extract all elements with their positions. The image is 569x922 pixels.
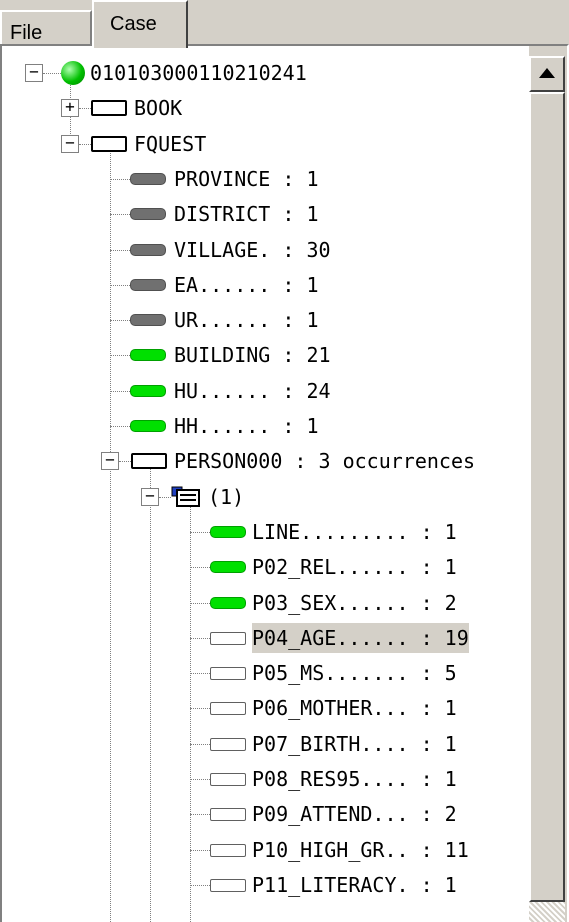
- field-gray-icon: [130, 208, 166, 221]
- case-tree: − 010103000110210241 + BOOK − FQUEST PROVINCE …: [2, 46, 529, 922]
- tree-line: [79, 143, 91, 145]
- tab-file-label: File: [10, 22, 43, 44]
- tree-person-field-item[interactable]: P09_ATTEND... : 2: [252, 799, 457, 829]
- tree-line: [110, 214, 130, 216]
- tree-person-field-item[interactable]: P05_MS....... : 5: [252, 658, 457, 688]
- tree-field-item[interactable]: BUILDING : 21: [174, 340, 331, 370]
- case-status-dot-icon: [61, 61, 85, 85]
- tree-line: [110, 426, 130, 427]
- field-empty-icon: [210, 808, 246, 822]
- tree-line: [110, 249, 130, 251]
- tree-line: [119, 461, 131, 463]
- field-green-icon: [130, 349, 166, 362]
- tree-line: [110, 355, 130, 357]
- collapse-icon[interactable]: −: [25, 64, 43, 82]
- tree-line: [190, 531, 210, 533]
- tree-person-field-item[interactable]: P08_RES95.... : 1: [252, 764, 457, 794]
- field-gray-icon: [130, 278, 166, 291]
- tree-line: [159, 496, 171, 498]
- tree-line: [190, 708, 210, 710]
- scroll-thumb[interactable]: [529, 92, 565, 902]
- tree-line: [190, 743, 210, 745]
- tree-line: [110, 178, 130, 180]
- collapse-icon[interactable]: −: [141, 487, 159, 506]
- field-green-icon: [130, 384, 166, 397]
- field-empty-icon: [210, 878, 246, 892]
- occurrence-icon: [171, 486, 203, 508]
- record-icon: [131, 453, 167, 470]
- field-green-icon: [210, 596, 246, 609]
- field-green-icon: [210, 525, 246, 538]
- tree-line: [190, 884, 210, 886]
- tree-field-item[interactable]: DISTRICT : 1: [174, 199, 319, 229]
- field-empty-icon: [210, 773, 246, 786]
- tab-case[interactable]: Case: [92, 0, 188, 48]
- field-empty-icon: [210, 631, 246, 645]
- arrow-up-icon: [539, 68, 555, 78]
- field-green-icon: [130, 420, 166, 432]
- tree-line: [190, 673, 210, 675]
- collapse-icon[interactable]: −: [101, 452, 119, 471]
- tree-person-field-item[interactable]: P07_BIRTH.... : 1: [252, 729, 457, 759]
- vertical-scrollbar[interactable]: [529, 46, 567, 922]
- tree-line: [190, 637, 210, 639]
- tree-line: [190, 779, 210, 780]
- tree-field-item[interactable]: EA...... : 1: [174, 270, 319, 300]
- tree-node-fquest[interactable]: FQUEST: [134, 129, 206, 159]
- tree-field-item[interactable]: HU...... : 24: [174, 376, 331, 406]
- tree-field-item[interactable]: PROVINCE : 1: [174, 164, 319, 194]
- tree-node-person[interactable]: PERSON000 : 3 occurrences: [174, 446, 475, 476]
- collapse-icon[interactable]: −: [61, 134, 79, 153]
- field-gray-icon: [130, 314, 166, 327]
- record-icon: [91, 100, 127, 117]
- tree-line: [110, 390, 130, 392]
- tree-person-field-item[interactable]: P10_HIGH_GR.. : 11: [252, 835, 469, 865]
- tree-line: [110, 284, 130, 286]
- tree-line: [79, 108, 91, 110]
- tree-field-item[interactable]: UR...... : 1: [174, 305, 319, 335]
- tree-person-field-item[interactable]: P03_SEX...... : 2: [252, 588, 457, 618]
- field-empty-icon: [210, 667, 246, 681]
- tree-line: [190, 567, 210, 569]
- scroll-up-button[interactable]: [529, 56, 565, 92]
- tree-root-label[interactable]: 010103000110210241: [90, 58, 307, 88]
- tree-person-field-item[interactable]: P06_MOTHER... : 1: [252, 693, 457, 723]
- tree-line: [110, 143, 111, 922]
- tree-line: [43, 73, 61, 74]
- field-gray-icon: [130, 243, 166, 256]
- field-green-icon: [210, 561, 246, 574]
- field-empty-icon: [210, 843, 246, 857]
- tree-line: [190, 849, 210, 851]
- tree-line: [190, 814, 210, 816]
- tab-bar: File Case: [0, 0, 569, 48]
- field-empty-icon: [210, 737, 246, 751]
- tree-person-field-item[interactable]: LINE......... : 1: [252, 517, 457, 547]
- tree-line: [150, 461, 151, 922]
- tab-file[interactable]: File: [0, 10, 92, 44]
- tree-line: [110, 320, 130, 322]
- tree-person-field-item[interactable]: P11_LITERACY. : 1: [252, 870, 457, 900]
- tree-line: [190, 602, 210, 604]
- record-icon: [91, 135, 127, 152]
- tree-person-field-item[interactable]: P02_REL...... : 1: [252, 552, 457, 582]
- tree-node-book[interactable]: BOOK: [134, 93, 182, 123]
- tab-case-label: Case: [110, 13, 157, 35]
- tree-node-occurrence[interactable]: (1): [208, 482, 244, 512]
- scroll-track[interactable]: [529, 902, 565, 922]
- case-tree-panel: − 010103000110210241 + BOOK − FQUEST PROVINCE …: [0, 44, 569, 922]
- expand-icon[interactable]: +: [61, 99, 79, 118]
- field-empty-icon: [210, 702, 246, 716]
- tree-person-field-item[interactable]: P04_AGE...... : 19: [252, 622, 469, 653]
- tree-field-item[interactable]: HH...... : 1: [174, 411, 319, 441]
- tree-field-item[interactable]: VILLAGE. : 30: [174, 235, 331, 265]
- field-gray-icon: [130, 172, 166, 185]
